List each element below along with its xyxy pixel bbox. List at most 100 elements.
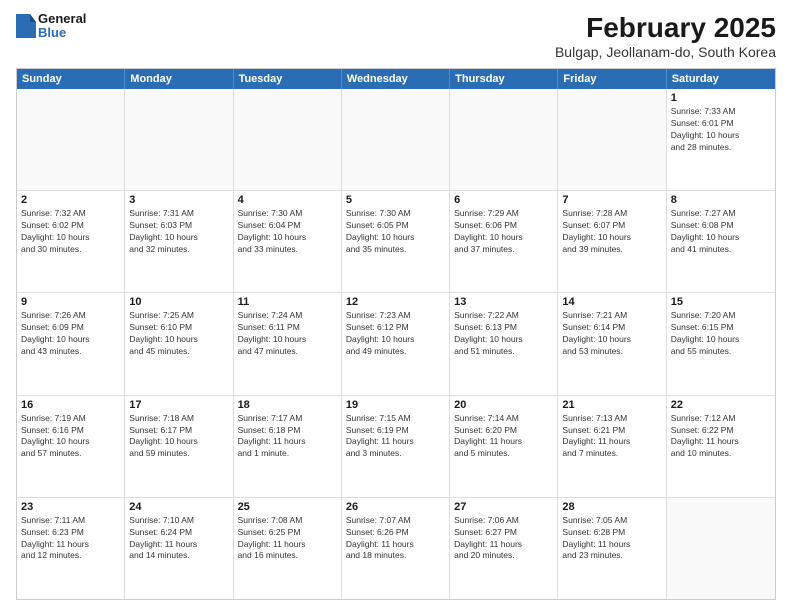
logo-general: General <box>38 12 86 26</box>
day-number: 9 <box>21 296 120 308</box>
day-info: Sunrise: 7:30 AMSunset: 6:05 PMDaylight:… <box>346 208 445 256</box>
empty-cell <box>234 89 342 190</box>
day-info: Sunrise: 7:28 AMSunset: 6:07 PMDaylight:… <box>562 208 661 256</box>
day-22: 22 Sunrise: 7:12 AMSunset: 6:22 PMDayligh… <box>667 396 775 497</box>
day-info: Sunrise: 7:06 AMSunset: 6:27 PMDaylight:… <box>454 515 553 563</box>
week-5: 23 Sunrise: 7:11 AMSunset: 6:23 PMDayligh… <box>17 498 775 599</box>
title-block: February 2025 Bulgap, Jeollanam-do, Sout… <box>555 12 776 60</box>
day-number: 14 <box>562 296 661 308</box>
day-15: 15 Sunrise: 7:20 AMSunset: 6:15 PMDayligh… <box>667 293 775 394</box>
day-info: Sunrise: 7:15 AMSunset: 6:19 PMDaylight:… <box>346 413 445 461</box>
day-info: Sunrise: 7:30 AMSunset: 6:04 PMDaylight:… <box>238 208 337 256</box>
week-4: 16Sunrise: 7:19 AMSunset: 6:16 PMDayligh… <box>17 396 775 498</box>
day-number: 10 <box>129 296 228 308</box>
empty-cell <box>125 89 233 190</box>
day-number: 21 <box>562 399 661 411</box>
day-number: 3 <box>129 194 228 206</box>
day-5: 5 Sunrise: 7:30 AMSunset: 6:05 PMDaylight… <box>342 191 450 292</box>
day-number: 13 <box>454 296 553 308</box>
day-number: 27 <box>454 501 553 513</box>
day-number: 1 <box>671 92 771 104</box>
day-info: Sunrise: 7:24 AMSunset: 6:11 PMDaylight:… <box>238 310 337 358</box>
day-info: Sunrise: 7:12 AMSunset: 6:22 PMDaylight:… <box>671 413 771 461</box>
day-number: 15 <box>671 296 771 308</box>
day-12: 12 Sunrise: 7:23 AMSunset: 6:12 PMDayligh… <box>342 293 450 394</box>
day-info: Sunrise: 7:08 AMSunset: 6:25 PMDaylight:… <box>238 515 337 563</box>
calendar-title: February 2025 <box>555 12 776 44</box>
day-info: Sunrise: 7:29 AMSunset: 6:06 PMDaylight:… <box>454 208 553 256</box>
day-info: Sunrise: 7:05 AMSunset: 6:28 PMDaylight:… <box>562 515 661 563</box>
day-number: 24 <box>129 501 228 513</box>
day-number: 28 <box>562 501 661 513</box>
day-number: 19 <box>346 399 445 411</box>
day-info: Sunrise: 7:26 AMSunset: 6:09 PMDaylight:… <box>21 310 120 358</box>
empty-cell <box>17 89 125 190</box>
calendar-subtitle: Bulgap, Jeollanam-do, South Korea <box>555 44 776 60</box>
day-number: 4 <box>238 194 337 206</box>
day-info: Sunrise: 7:23 AMSunset: 6:12 PMDaylight:… <box>346 310 445 358</box>
day-info: Sunrise: 7:27 AMSunset: 6:08 PMDaylight:… <box>671 208 771 256</box>
day-info: Sunrise: 7:14 AMSunset: 6:20 PMDaylight:… <box>454 413 553 461</box>
empty-cell <box>450 89 558 190</box>
day-8: 8 Sunrise: 7:27 AMSunset: 6:08 PMDaylight… <box>667 191 775 292</box>
day-number: 22 <box>671 399 771 411</box>
day-number: 12 <box>346 296 445 308</box>
day-23: 23 Sunrise: 7:11 AMSunset: 6:23 PMDayligh… <box>17 498 125 599</box>
day-info: Sunrise: 7:31 AMSunset: 6:03 PMDaylight:… <box>129 208 228 256</box>
header-day-sunday: Sunday <box>17 69 125 89</box>
calendar-header-row: SundayMondayTuesdayWednesdayThursdayFrid… <box>17 69 775 89</box>
day-25: 25 Sunrise: 7:08 AMSunset: 6:25 PMDayligh… <box>234 498 342 599</box>
day-info: Sunrise: 7:10 AMSunset: 6:24 PMDaylight:… <box>129 515 228 563</box>
day-4: 4 Sunrise: 7:30 AMSunset: 6:04 PMDaylight… <box>234 191 342 292</box>
day-number: 6 <box>454 194 553 206</box>
day-info: Sunrise: 7:20 AMSunset: 6:15 PMDaylight:… <box>671 310 771 358</box>
day-14: 14 Sunrise: 7:21 AMSunset: 6:14 PMDayligh… <box>558 293 666 394</box>
day-number: 16 <box>21 399 120 411</box>
day-info: Sunrise: 7:21 AMSunset: 6:14 PMDaylight:… <box>562 310 661 358</box>
day-info: Sunrise: 7:33 AMSunset: 6:01 PMDaylight:… <box>671 106 771 154</box>
empty-cell <box>667 498 775 599</box>
day-2: 2 Sunrise: 7:32 AMSunset: 6:02 PMDaylight… <box>17 191 125 292</box>
week-2: 2 Sunrise: 7:32 AMSunset: 6:02 PMDaylight… <box>17 191 775 293</box>
day-info: Sunrise: 7:22 AMSunset: 6:13 PMDaylight:… <box>454 310 553 358</box>
day-number: 23 <box>21 501 120 513</box>
day-info: Sunrise: 7:17 AMSunset: 6:18 PMDaylight:… <box>238 413 337 461</box>
empty-cell <box>558 89 666 190</box>
day-info: Sunrise: 7:11 AMSunset: 6:23 PMDaylight:… <box>21 515 120 563</box>
day-18: 18Sunrise: 7:17 AMSunset: 6:18 PMDayligh… <box>234 396 342 497</box>
logo-text: General Blue <box>38 12 86 41</box>
day-21: 21 Sunrise: 7:13 AMSunset: 6:21 PMDayligh… <box>558 396 666 497</box>
day-9: 9 Sunrise: 7:26 AMSunset: 6:09 PMDaylight… <box>17 293 125 394</box>
header-day-thursday: Thursday <box>450 69 558 89</box>
logo-icon <box>16 14 36 38</box>
day-24: 24 Sunrise: 7:10 AMSunset: 6:24 PMDayligh… <box>125 498 233 599</box>
header-day-monday: Monday <box>125 69 233 89</box>
header: General Blue February 2025 Bulgap, Jeoll… <box>16 12 776 60</box>
logo-blue: Blue <box>38 26 86 40</box>
day-number: 17 <box>129 399 228 411</box>
day-7: 7Sunrise: 7:28 AMSunset: 6:07 PMDaylight… <box>558 191 666 292</box>
day-number: 2 <box>21 194 120 206</box>
day-info: Sunrise: 7:32 AMSunset: 6:02 PMDaylight:… <box>21 208 120 256</box>
page: General Blue February 2025 Bulgap, Jeoll… <box>0 0 792 612</box>
day-13: 13 Sunrise: 7:22 AMSunset: 6:13 PMDayligh… <box>450 293 558 394</box>
day-info: Sunrise: 7:13 AMSunset: 6:21 PMDaylight:… <box>562 413 661 461</box>
day-26: 26 Sunrise: 7:07 AMSunset: 6:26 PMDayligh… <box>342 498 450 599</box>
day-number: 25 <box>238 501 337 513</box>
calendar: SundayMondayTuesdayWednesdayThursdayFrid… <box>16 68 776 600</box>
day-number: 11 <box>238 296 337 308</box>
day-info: Sunrise: 7:07 AMSunset: 6:26 PMDaylight:… <box>346 515 445 563</box>
header-day-tuesday: Tuesday <box>234 69 342 89</box>
day-info: Sunrise: 7:18 AMSunset: 6:17 PMDaylight:… <box>129 413 228 461</box>
empty-cell <box>342 89 450 190</box>
day-3: 3 Sunrise: 7:31 AMSunset: 6:03 PMDaylight… <box>125 191 233 292</box>
header-day-saturday: Saturday <box>667 69 775 89</box>
day-20: 20Sunrise: 7:14 AMSunset: 6:20 PMDayligh… <box>450 396 558 497</box>
day-6: 6 Sunrise: 7:29 AMSunset: 6:06 PMDaylight… <box>450 191 558 292</box>
week-1: 1 Sunrise: 7:33 AMSunset: 6:01 PMDaylight… <box>17 89 775 191</box>
day-28: 28 Sunrise: 7:05 AMSunset: 6:28 PMDayligh… <box>558 498 666 599</box>
day-number: 8 <box>671 194 771 206</box>
day-number: 26 <box>346 501 445 513</box>
day-number: 5 <box>346 194 445 206</box>
day-10: 10Sunrise: 7:25 AMSunset: 6:10 PMDayligh… <box>125 293 233 394</box>
